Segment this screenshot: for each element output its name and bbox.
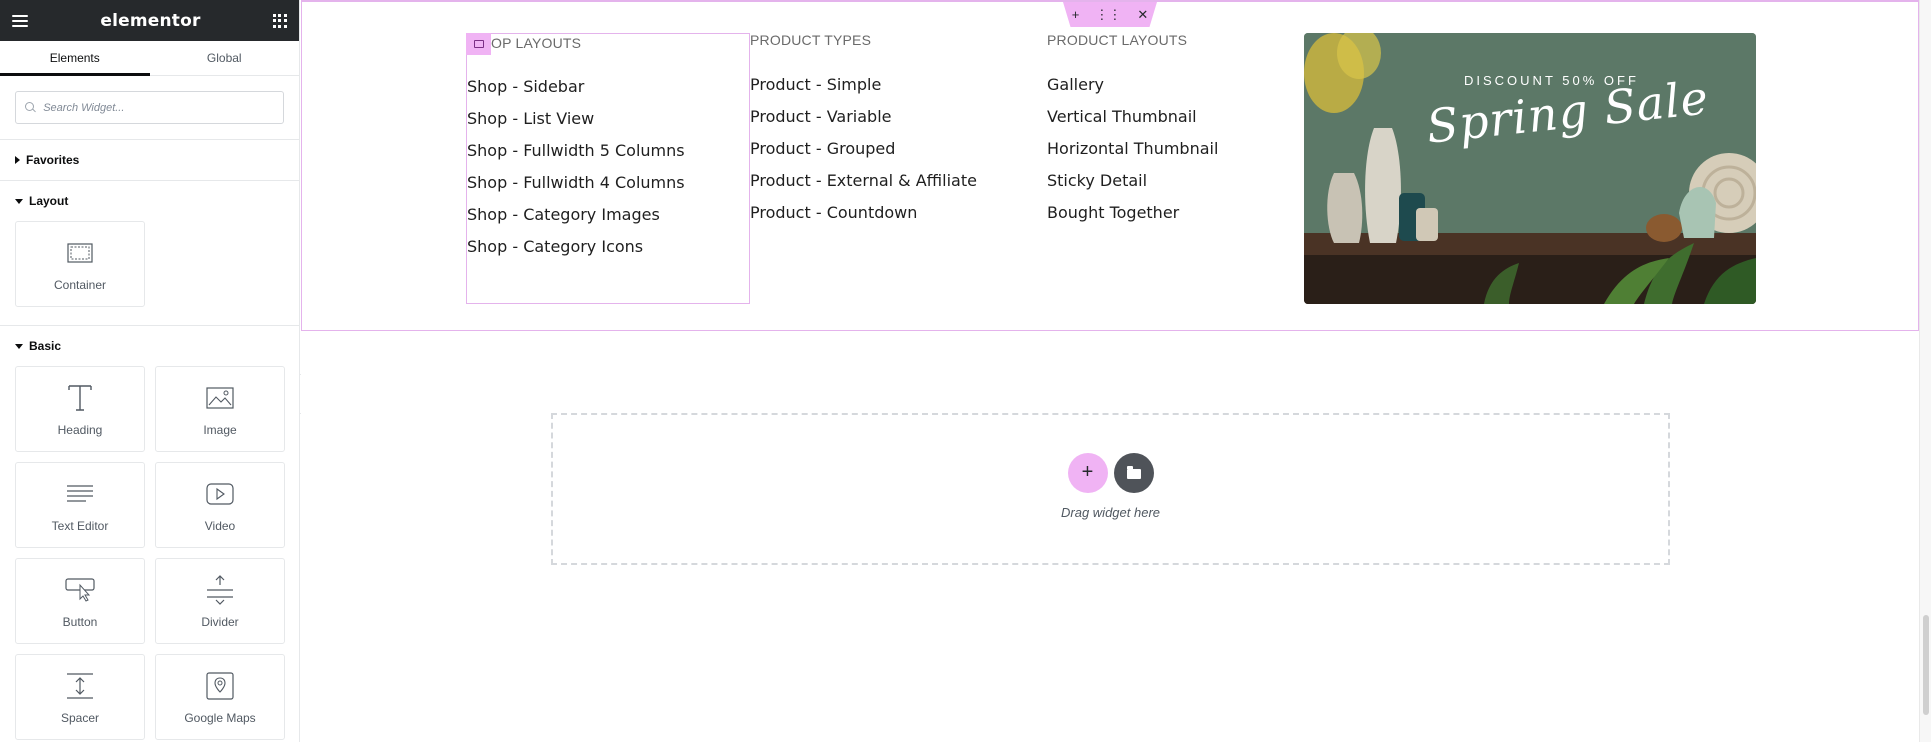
- close-icon[interactable]: ✕: [1137, 7, 1148, 23]
- widget-google-maps[interactable]: Google Maps: [155, 654, 285, 740]
- widget-label: Divider: [201, 615, 239, 629]
- map-icon: [206, 669, 234, 703]
- menu-icon[interactable]: [12, 14, 28, 27]
- column-title: OP LAYOUTS: [491, 35, 582, 51]
- spacer-icon: [66, 669, 94, 703]
- search-icon: [25, 102, 35, 113]
- widget-container[interactable]: Container: [15, 221, 145, 307]
- divider-icon: [206, 573, 234, 607]
- add-new-section-button[interactable]: +: [1067, 452, 1108, 493]
- menu-link[interactable]: Horizontal Thumbnail: [1047, 133, 1307, 165]
- menu-link[interactable]: Shop - Category Icons: [467, 231, 749, 263]
- editor-canvas: + ⋮⋮ ✕ OP LAYOUTS Shop - Sidebar Shop - …: [301, 0, 1931, 742]
- widget-divider[interactable]: Divider: [155, 558, 285, 644]
- mega-menu-section[interactable]: + ⋮⋮ ✕ OP LAYOUTS Shop - Sidebar Shop - …: [301, 0, 1919, 331]
- spring-sale-banner[interactable]: DISCOUNT 50% OFF Spring Sale: [1304, 33, 1756, 304]
- menu-link[interactable]: Sticky Detail: [1047, 165, 1307, 197]
- add-template-button[interactable]: [1113, 452, 1154, 493]
- widget-heading[interactable]: Heading: [15, 366, 145, 452]
- column-title: PRODUCT TYPES: [750, 32, 872, 48]
- tab-elements[interactable]: Elements: [0, 41, 150, 76]
- video-icon: [206, 477, 234, 511]
- tab-global[interactable]: Global: [150, 41, 300, 75]
- menu-link[interactable]: Shop - Fullwidth 4 Columns: [467, 167, 749, 199]
- category-basic: Basic Heading Image Text Editor Video Bu…: [0, 325, 299, 742]
- folder-icon: [1126, 465, 1141, 479]
- widget-label: Heading: [57, 423, 103, 437]
- menu-link[interactable]: Gallery: [1047, 69, 1307, 101]
- container-icon: [67, 236, 93, 270]
- menu-link[interactable]: Product - Variable: [750, 101, 1030, 133]
- category-favorites-toggle[interactable]: Favorites: [0, 140, 299, 180]
- dropzone-buttons: +: [1067, 452, 1154, 493]
- empty-section-dropzone[interactable]: + Drag widget here: [551, 413, 1670, 565]
- widget-label: Image: [203, 423, 237, 437]
- panel-header: elementor: [0, 0, 299, 41]
- widget-text-editor[interactable]: Text Editor: [15, 462, 145, 548]
- column-handle[interactable]: [466, 33, 491, 55]
- category-basic-label: Basic: [29, 339, 62, 353]
- widget-video[interactable]: Video: [155, 462, 285, 548]
- search-wrap: [0, 76, 299, 139]
- widget-image[interactable]: Image: [155, 366, 285, 452]
- menu-link[interactable]: Product - Countdown: [750, 197, 1030, 229]
- search-box: [15, 91, 284, 124]
- column-list: Gallery Vertical Thumbnail Horizontal Th…: [1047, 69, 1307, 229]
- caret-down-icon: [15, 198, 23, 204]
- category-layout-toggle[interactable]: Layout: [0, 181, 299, 221]
- column-shop-layouts[interactable]: OP LAYOUTS Shop - Sidebar Shop - List Vi…: [466, 33, 750, 304]
- elementor-panel: elementor Elements Global Favorites: [0, 0, 300, 742]
- menu-link[interactable]: Product - Grouped: [750, 133, 1030, 165]
- search-widget-input[interactable]: [43, 101, 274, 114]
- widget-spacer[interactable]: Spacer: [15, 654, 145, 740]
- section-handle: + ⋮⋮ ✕: [1063, 2, 1157, 27]
- widget-label: Spacer: [60, 711, 100, 725]
- elementor-editor: elementor Elements Global Favorites: [0, 0, 1931, 742]
- category-basic-toggle[interactable]: Basic: [0, 326, 299, 366]
- heading-icon: [67, 381, 93, 415]
- browser-side-strip: [1919, 0, 1931, 742]
- apps-grid-icon[interactable]: [272, 13, 287, 28]
- plus-icon: +: [1081, 461, 1094, 483]
- widget-label: Video: [204, 519, 236, 533]
- menu-link[interactable]: Product - Simple: [750, 69, 1030, 101]
- column-product-types: PRODUCT TYPES Product - Simple Product -…: [750, 32, 1030, 229]
- column-list: Shop - Sidebar Shop - List View Shop - F…: [467, 71, 749, 263]
- widget-label: Button: [62, 615, 98, 629]
- layout-widgets: Container: [0, 221, 299, 325]
- column-title: PRODUCT LAYOUTS: [1047, 32, 1188, 48]
- category-layout: Layout Container: [0, 180, 299, 325]
- category-favorites: Favorites: [0, 139, 299, 180]
- menu-link[interactable]: Shop - Fullwidth 5 Columns: [467, 135, 749, 167]
- column-list: Product - Simple Product - Variable Prod…: [750, 69, 1030, 229]
- caret-right-icon: [15, 156, 20, 164]
- menu-link[interactable]: Shop - List View: [467, 103, 749, 135]
- widget-label: Text Editor: [51, 519, 109, 533]
- menu-link[interactable]: Vertical Thumbnail: [1047, 101, 1307, 133]
- text-editor-icon: [66, 477, 94, 511]
- add-section-icon[interactable]: +: [1072, 7, 1080, 22]
- scrollbar-thumb[interactable]: [1923, 615, 1929, 715]
- column-icon: [473, 40, 484, 48]
- image-icon: [206, 381, 234, 415]
- column-product-layouts: PRODUCT LAYOUTS Gallery Vertical Thumbna…: [1047, 32, 1307, 229]
- elementor-logo: elementor: [100, 10, 201, 31]
- drag-handle-icon[interactable]: ⋮⋮: [1095, 7, 1121, 23]
- menu-link[interactable]: Shop - Sidebar: [467, 71, 749, 103]
- widget-button[interactable]: Button: [15, 558, 145, 644]
- button-icon: [65, 573, 95, 607]
- dropzone-text: Drag widget here: [1061, 504, 1160, 520]
- caret-down-icon: [15, 343, 23, 349]
- panel-tabs: Elements Global: [0, 41, 299, 76]
- category-favorites-label: Favorites: [26, 153, 80, 167]
- widget-label: Container: [53, 278, 107, 292]
- widget-label: Google Maps: [184, 711, 256, 725]
- menu-link[interactable]: Bought Together: [1047, 197, 1307, 229]
- basic-widgets: Heading Image Text Editor Video Button D…: [0, 366, 299, 742]
- category-layout-label: Layout: [29, 194, 69, 208]
- menu-link[interactable]: Shop - Category Images: [467, 199, 749, 231]
- menu-link[interactable]: Product - External & Affiliate: [750, 165, 1030, 197]
